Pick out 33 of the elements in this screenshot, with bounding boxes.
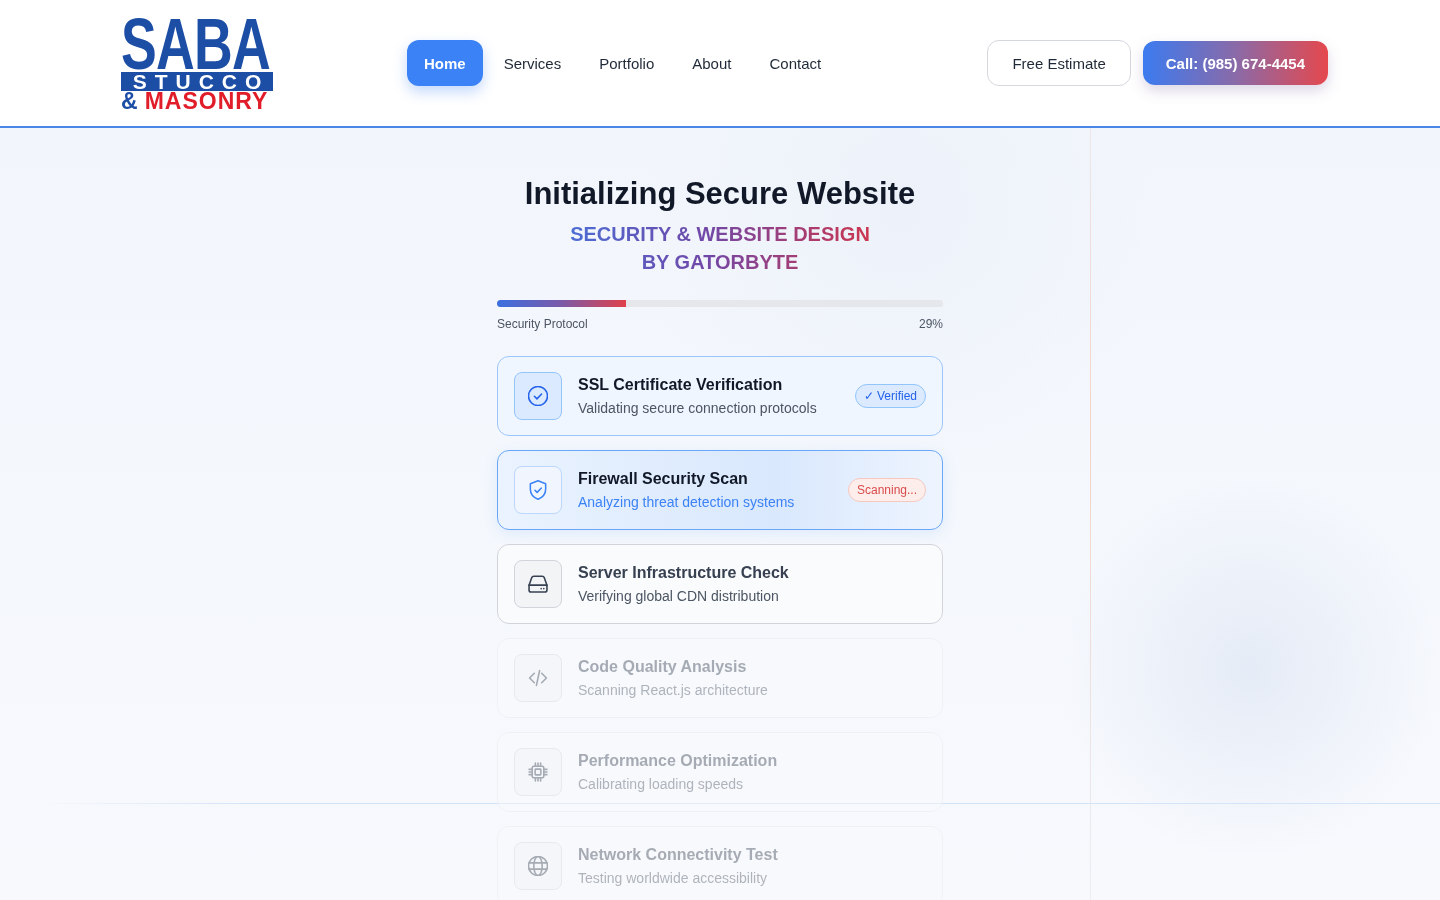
logo-trade: MASONRY	[144, 91, 269, 110]
globe-icon	[514, 842, 562, 890]
step-detail: Testing worldwide accessibility	[578, 869, 769, 888]
nav-link[interactable]: Home	[407, 40, 483, 86]
step-detail: Scanning React.js architecture	[578, 681, 769, 700]
estimate-button[interactable]: Free Estimate	[987, 40, 1131, 86]
progress-label: Security Protocol	[497, 316, 588, 332]
chip-icon	[514, 748, 562, 796]
step-detail: Verifying global CDN distribution	[578, 587, 780, 606]
progress-percent: 29%	[918, 316, 943, 332]
status-badge: ✓ Verified	[854, 384, 926, 408]
nav-link[interactable]: Services	[486, 40, 579, 86]
call-button[interactable]: Call: (985) 674-4454	[1142, 41, 1328, 85]
logo-ampersand: &	[121, 91, 138, 110]
step-title: Firewall Security Scan	[578, 469, 749, 489]
step-detail: Analyzing threat detection systems	[578, 493, 796, 512]
logo-band: STUCCO	[121, 71, 273, 91]
step-detail: Calibrating loading speeds	[578, 775, 744, 794]
step-title: Network Connectivity Test	[578, 845, 779, 865]
page-title: Initializing Secure Website	[523, 175, 917, 213]
step-title: Performance Optimization	[578, 751, 779, 771]
nav-link[interactable]: About	[675, 40, 749, 86]
code-icon	[514, 654, 562, 702]
step-title: Server Infrastructure Check	[578, 563, 790, 583]
nav-link[interactable]: Contact	[752, 40, 839, 86]
hard-drive-icon	[514, 560, 562, 608]
nav-link[interactable]: Portfolio	[582, 40, 672, 86]
logo-wordmark: SABA	[121, 17, 270, 71]
step-detail: Validating secure connection protocols	[578, 399, 818, 418]
step-title: SSL Certificate Verification	[578, 375, 784, 395]
step-title: Code Quality Analysis	[578, 657, 748, 677]
status-badge: Scanning...	[847, 478, 926, 502]
shield-check-icon	[514, 466, 562, 514]
